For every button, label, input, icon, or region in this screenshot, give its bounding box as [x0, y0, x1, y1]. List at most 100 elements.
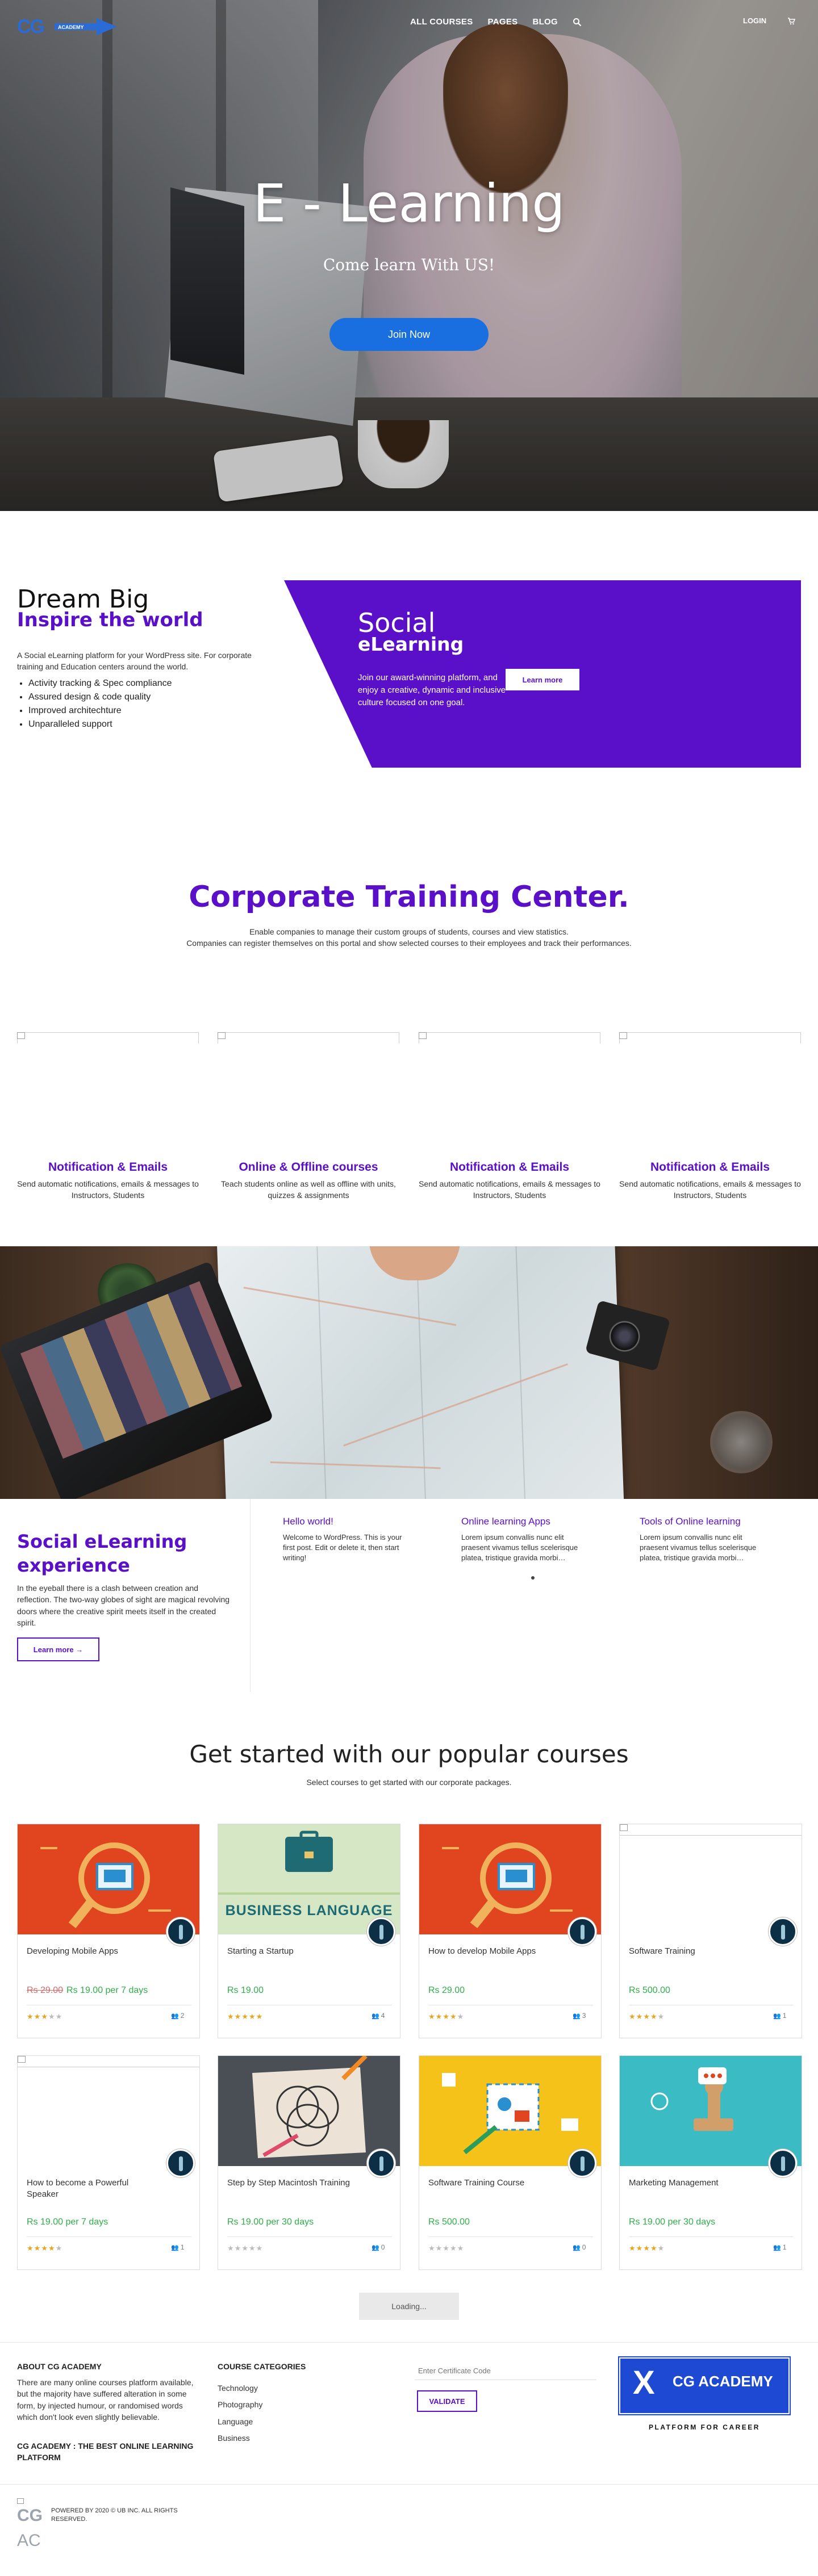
instructor-avatar[interactable]	[769, 1917, 797, 1946]
star-icon: ★	[650, 2244, 658, 2253]
course-students-count: 👥 3	[573, 2012, 586, 2020]
star-icon: ★	[48, 2244, 56, 2253]
course-name[interactable]: Marketing Management	[629, 2177, 759, 2189]
instructor-avatar[interactable]	[367, 2149, 395, 2177]
blog-post: Tools of Online learning Lorem ipsum con…	[640, 1516, 762, 1564]
carousel-dot[interactable]	[531, 1576, 535, 1580]
corporate-title: Corporate Training Center.	[189, 880, 629, 914]
course-thumbnail[interactable]	[18, 1824, 199, 1934]
logo-text: CG	[17, 16, 45, 37]
students-icon: 👥	[773, 2244, 783, 2251]
promo-learn-more-button[interactable]: Learn more	[506, 669, 579, 690]
blog-post-title[interactable]: Online learning Apps	[461, 1516, 550, 1527]
instructor-avatar[interactable]	[367, 1917, 395, 1946]
star-icon: ★	[449, 2013, 457, 2021]
course-thumbnail[interactable]	[419, 1824, 601, 1934]
course-name[interactable]: Starting a Startup	[227, 1946, 358, 1957]
course-price: Rs 19.00 per 30 days	[629, 2217, 715, 2227]
star-icon: ★	[435, 2013, 443, 2021]
footer-about-text: There are many online courses platform a…	[17, 2378, 194, 2422]
divider	[27, 2236, 191, 2237]
course-price: Rs 29.00	[428, 1986, 465, 1996]
course-name[interactable]: How to become a Powerful Speaker	[27, 2177, 157, 2200]
course-name[interactable]: How to develop Mobile Apps	[428, 1946, 559, 1957]
course-card[interactable]: How to develop Mobile Apps Rs 29.00 ★★★★★ 👥…	[419, 1824, 602, 2038]
feature-text: Send automatic notifications, emails & m…	[419, 1179, 600, 1200]
footer-category-link[interactable]: Photography	[218, 2397, 262, 2413]
divider	[250, 1499, 251, 1692]
course-thumbnail[interactable]	[620, 2056, 802, 2166]
instructor-avatar[interactable]	[568, 1917, 596, 1946]
course-name[interactable]: Software Training Course	[428, 2177, 559, 2189]
course-price: Rs 500.00	[629, 1986, 670, 1996]
students-count: 1	[782, 2012, 787, 2020]
course-name[interactable]: Step by Step Macintosh Training	[227, 2177, 358, 2189]
footer-category-list: Technology Photography Language Business	[218, 2380, 262, 2447]
corporate-text-line: Enable companies to manage their custom …	[249, 927, 569, 936]
course-card[interactable]: Step by Step Macintosh Training Rs 19.00 …	[218, 2055, 400, 2270]
course-name[interactable]: Software Training	[629, 1946, 759, 1957]
star-icon: ★	[443, 2013, 450, 2021]
course-current-price: Rs 29.00	[428, 1986, 465, 1995]
feature-card: Notification & Emails Send automatic not…	[17, 1032, 199, 1201]
instructor-avatar[interactable]	[166, 1917, 195, 1946]
menu-pages[interactable]: PAGES	[488, 17, 518, 27]
course-rating: ★★★★★	[227, 2244, 263, 2253]
footer-category-link[interactable]: Business	[218, 2430, 262, 2447]
join-now-button[interactable]: Join Now	[329, 318, 489, 351]
course-rating: ★★★★★	[629, 2244, 665, 2253]
feature-card: Notification & Emails Send automatic not…	[619, 1032, 801, 1201]
certificate-code-input[interactable]	[415, 2362, 596, 2380]
menu-blog[interactable]: BLOG	[532, 17, 558, 27]
copyright-text: POWERED BY 2020 © UB INC. ALL RIGHTS RES…	[51, 2507, 178, 2523]
course-thumbnail[interactable]	[218, 2056, 400, 2166]
course-current-price: Rs 19.00 per 7 days	[66, 1986, 148, 1995]
course-card[interactable]: How to become a Powerful Speaker Rs 19.00…	[17, 2055, 200, 2270]
map-banner-image	[0, 1246, 818, 1499]
course-thumbnail[interactable]	[18, 2056, 199, 2067]
social-learn-more-button[interactable]: Learn more →	[17, 1637, 99, 1661]
site-logo[interactable]: CG ACADEMY	[17, 12, 119, 41]
star-icon: ★	[428, 2244, 436, 2253]
star-icon: ★	[248, 2013, 256, 2021]
blog-post-excerpt: Lorem ipsum convallis nunc elit praesent…	[461, 1533, 578, 1563]
feature-title: Notification & Emails	[449, 1161, 570, 1174]
course-students-count: 👥 0	[573, 2243, 586, 2251]
course-thumbnail[interactable]	[419, 2056, 601, 2166]
star-icon: ★	[55, 2013, 63, 2021]
list-item: Unparalleled support	[28, 718, 172, 731]
feature-title: Notification & Emails	[650, 1161, 770, 1174]
blog-post-title[interactable]: Hello world!	[283, 1516, 333, 1527]
validate-button[interactable]: VALIDATE	[417, 2390, 477, 2412]
course-rating: ★★★★★	[27, 2013, 62, 2021]
course-card[interactable]: Software Training Course Rs 500.00 ★★★★★ 👥 …	[419, 2055, 602, 2270]
corporate-text-line: Companies can register themselves on thi…	[186, 939, 632, 948]
list-item: Assured design & code quality	[28, 690, 172, 704]
course-card[interactable]: BUSINESS LANGUAGE Starting a Startup Rs 19…	[218, 1824, 400, 2038]
menu-all-courses[interactable]: ALL COURSES	[410, 17, 473, 27]
course-card[interactable]: Developing Mobile Apps Rs 29.00 Rs 19.00 p…	[17, 1824, 200, 2038]
login-link[interactable]: LOGIN	[743, 16, 766, 25]
cart-icon[interactable]	[787, 17, 795, 25]
footer-logo[interactable]: X CG ACADEMY	[618, 2356, 791, 2415]
course-name[interactable]: Developing Mobile Apps	[27, 1946, 157, 1957]
course-price: Rs 19.00 per 7 days	[27, 2217, 108, 2227]
bottom-logo[interactable]: CG AC	[17, 2498, 44, 2555]
instructor-avatar[interactable]	[568, 2149, 596, 2177]
instructor-avatar[interactable]	[769, 2149, 797, 2177]
star-icon: ★	[629, 2244, 636, 2253]
loading-indicator: Loading...	[359, 2293, 459, 2320]
search-icon[interactable]	[573, 18, 582, 27]
star-icon: ★	[41, 2244, 48, 2253]
star-icon: ★	[457, 2013, 465, 2021]
blog-post-excerpt: Lorem ipsum convallis nunc elit praesent…	[640, 1533, 757, 1563]
footer-category-link[interactable]: Language	[218, 2414, 262, 2430]
course-thumbnail[interactable]	[620, 1824, 802, 1836]
course-card[interactable]: Marketing Management Rs 19.00 per 30 days…	[619, 2055, 802, 2270]
promo-subtitle: eLearning	[358, 633, 464, 655]
instructor-avatar[interactable]	[166, 2149, 195, 2177]
footer-category-link[interactable]: Technology	[218, 2380, 262, 2397]
course-thumbnail[interactable]: BUSINESS LANGUAGE	[218, 1824, 400, 1934]
blog-post-title[interactable]: Tools of Online learning	[640, 1516, 741, 1527]
course-card[interactable]: Software Training Rs 500.00 ★★★★★ 👥 1	[619, 1824, 802, 2038]
